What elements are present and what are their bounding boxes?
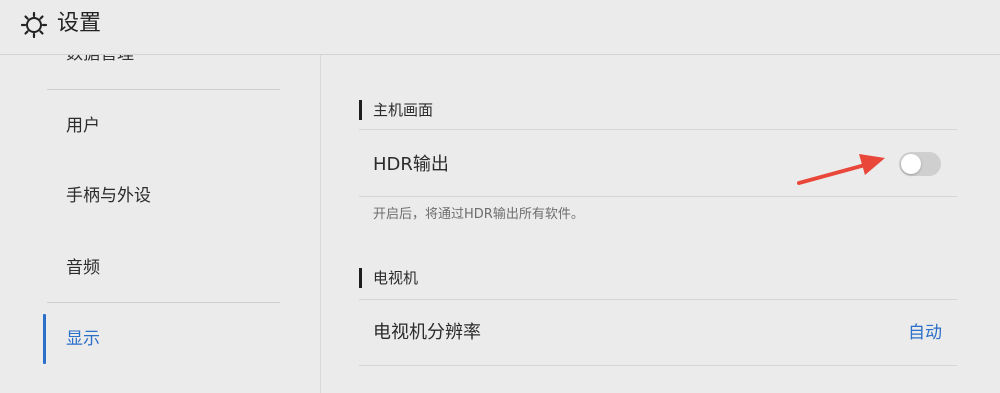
active-indicator xyxy=(43,314,46,364)
hdr-description: 开启后，将通过HDR输出所有软件。 xyxy=(373,207,584,222)
red-arrow-annotation xyxy=(797,154,885,185)
sidebar: 数据管理 用户 手柄与外设 音频 显示 xyxy=(0,55,321,393)
sidebar-item-display[interactable]: 显示 xyxy=(66,327,100,351)
divider xyxy=(359,299,957,300)
sidebar-item-data-management[interactable]: 数据管理 xyxy=(66,55,134,65)
section-marker xyxy=(359,268,362,288)
hdr-output-label: HDR输出 xyxy=(373,154,449,175)
divider xyxy=(47,302,280,303)
toggle-knob xyxy=(901,154,921,174)
divider xyxy=(359,196,957,197)
tv-resolution-value[interactable]: 自动 xyxy=(908,321,942,345)
settings-panel: 主机画面 HDR输出 开启后，将通过HDR输出所有软件。 电视机 电视机分辨率 … xyxy=(321,55,1000,393)
page-title: 设置 xyxy=(57,11,102,36)
divider xyxy=(47,89,280,90)
sidebar-item-audio[interactable]: 音频 xyxy=(66,256,100,280)
sidebar-item-controllers[interactable]: 手柄与外设 xyxy=(66,184,151,208)
hdr-output-toggle[interactable] xyxy=(899,152,941,176)
section-title-tv: 电视机 xyxy=(373,269,419,287)
gear-icon xyxy=(20,11,48,39)
top-bar: 设置 xyxy=(0,0,1000,55)
sidebar-item-users[interactable]: 用户 xyxy=(66,114,100,138)
divider xyxy=(359,365,957,366)
section-marker xyxy=(359,100,362,120)
divider xyxy=(359,129,957,130)
section-title-console-display: 主机画面 xyxy=(373,101,434,119)
tv-resolution-label: 电视机分辨率 xyxy=(373,322,481,343)
